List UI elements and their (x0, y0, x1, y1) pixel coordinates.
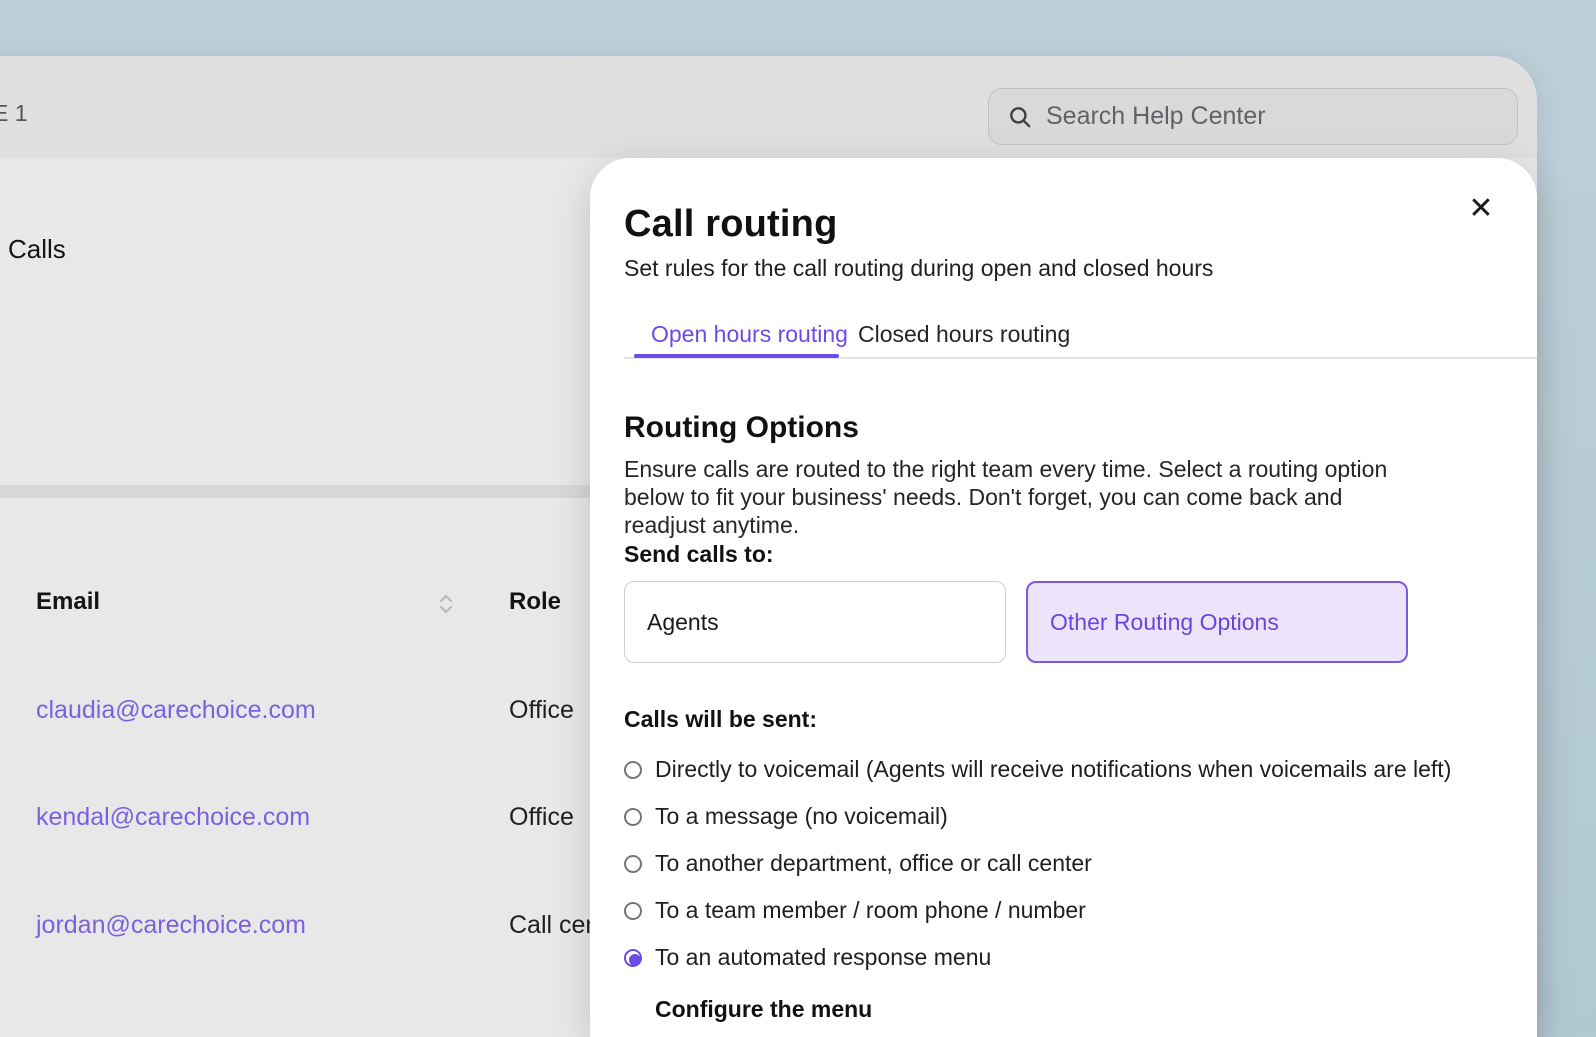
table-row-email-link[interactable]: jordan@carechoice.com (36, 911, 306, 940)
page-label: E 1 (0, 100, 28, 127)
radio-team-member-room-phone-number[interactable]: To a team member / room phone / number (624, 887, 1451, 934)
routing-options-heading: Routing Options (624, 411, 859, 445)
radio-button-icon[interactable] (624, 761, 642, 779)
page-title-calls: Calls (8, 234, 66, 265)
tab-closed-hours-routing[interactable]: Closed hours routing (858, 321, 1070, 348)
radio-label: To another department, office or call ce… (655, 850, 1092, 877)
table-header-email[interactable]: Email (36, 588, 100, 616)
tab-open-hours-routing[interactable]: Open hours routing (651, 321, 848, 348)
routing-options-description: Ensure calls are routed to the right tea… (624, 455, 1414, 539)
radio-another-department[interactable]: To another department, office or call ce… (624, 840, 1451, 887)
table-row-role: Office (509, 696, 574, 725)
radio-to-a-message[interactable]: To a message (no voicemail) (624, 793, 1451, 840)
send-calls-to-label: Send calls to: (624, 541, 774, 568)
radio-directly-to-voicemail[interactable]: Directly to voicemail (Agents will recei… (624, 746, 1451, 793)
radio-label: To a message (no voicemail) (655, 803, 948, 830)
active-tab-indicator (634, 354, 839, 358)
modal-title: Call routing (624, 202, 838, 246)
table-row-email-link[interactable]: claudia@carechoice.com (36, 696, 316, 725)
radio-button-icon[interactable] (624, 808, 642, 826)
modal-subtitle: Set rules for the call routing during op… (624, 255, 1213, 282)
destination-card-other-routing-options[interactable]: Other Routing Options (1026, 581, 1408, 663)
radio-label: Directly to voicemail (Agents will recei… (655, 756, 1451, 783)
radio-label: To an automated response menu (655, 944, 991, 971)
radio-button-icon[interactable] (624, 902, 642, 920)
destination-card-agents[interactable]: Agents (624, 581, 1006, 663)
configure-the-menu-label: Configure the menu (655, 996, 872, 1023)
calls-will-be-sent-label: Calls will be sent: (624, 706, 817, 733)
radio-button-icon[interactable] (624, 855, 642, 873)
routing-radio-group: Directly to voicemail (Agents will recei… (624, 746, 1451, 981)
search-icon (1007, 104, 1033, 130)
table-row-role: Office (509, 803, 574, 832)
table-row-email-link[interactable]: kendal@carechoice.com (36, 803, 310, 832)
radio-automated-response-menu[interactable]: To an automated response menu (624, 934, 1451, 981)
close-icon[interactable]: ✕ (1458, 186, 1504, 232)
radio-label: To a team member / room phone / number (655, 897, 1086, 924)
destination-card-label: Other Routing Options (1050, 609, 1279, 636)
search-placeholder-text: Search Help Center (1046, 102, 1266, 131)
sort-icon[interactable] (438, 592, 454, 616)
help-center-search-input[interactable]: Search Help Center (988, 88, 1518, 145)
table-header-role[interactable]: Role (509, 588, 561, 616)
radio-button-icon-selected[interactable] (624, 949, 642, 967)
destination-card-label: Agents (647, 609, 719, 636)
call-routing-modal: ✕ Call routing Set rules for the call ro… (590, 158, 1537, 1037)
